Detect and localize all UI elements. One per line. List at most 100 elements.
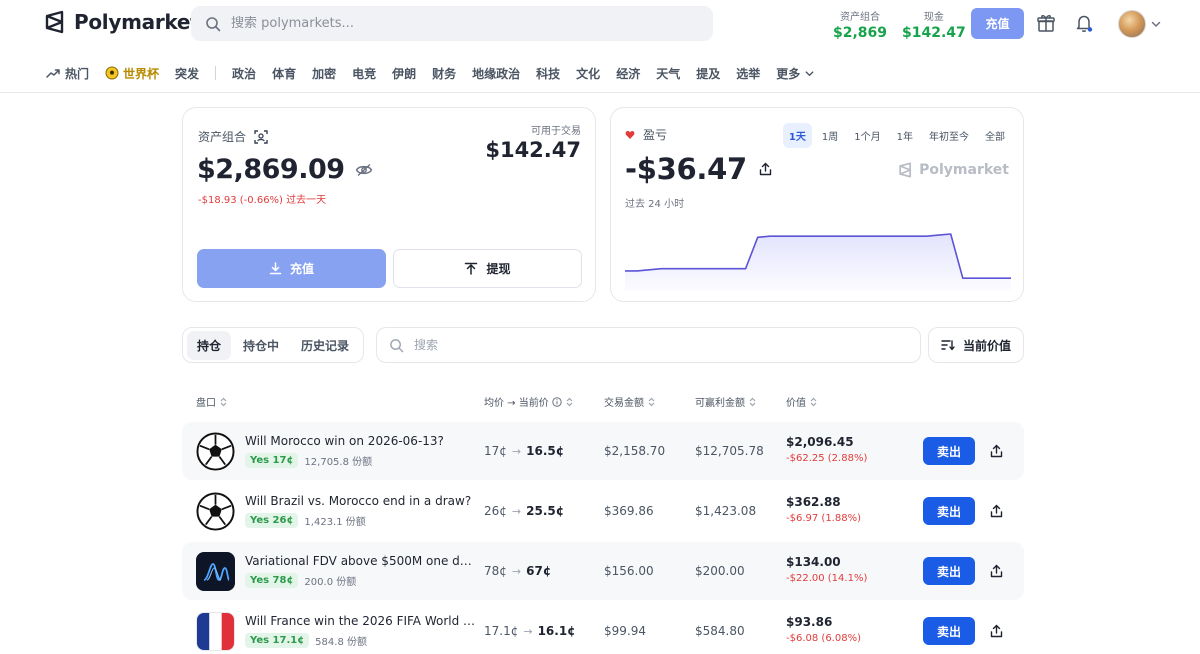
avg-price: 78¢ (484, 564, 507, 578)
position-change: -$6.08 (6.08%) (786, 633, 861, 644)
market-subline: Yes 17.1¢ 584.8 份额 (245, 633, 367, 648)
position-value: $2,096.45 (786, 435, 854, 449)
current-price: 25.5¢ (526, 504, 565, 518)
nav-item-world-cup[interactable]: 世界杯 (105, 65, 159, 82)
current-price: 16.5¢ (526, 444, 565, 458)
nav-item-tech[interactable]: 科技 (536, 65, 560, 82)
nav-item-label: 伊朗 (392, 66, 417, 81)
withdraw-button[interactable]: 提现 (393, 249, 582, 288)
info-icon (552, 396, 562, 407)
to-win-amount: $1,423.08 (695, 504, 757, 518)
position-value: $362.88 (786, 495, 841, 509)
sort-button[interactable]: 当前价值 (928, 327, 1024, 363)
col-header-traded[interactable]: 交易金额 (604, 394, 656, 409)
sell-button[interactable]: 卖出 (923, 617, 975, 645)
pnl-card: 盈亏 -$36.47 过去 24 小时 1天 1周 1个月 1年 年初至今 全部… (610, 107, 1024, 302)
range-1w[interactable]: 1周 (816, 123, 844, 148)
market-title[interactable]: Variational FDV above $500M one day afte… (245, 554, 477, 568)
nav-item-label: 更多 (776, 66, 801, 81)
market-subline: Yes 26¢ 1,423.1 份额 (245, 513, 366, 528)
sort-toggle-icon (566, 397, 573, 406)
nav-item-finance[interactable]: 财务 (432, 65, 456, 82)
col-header-market[interactable]: 盘口 (196, 394, 228, 409)
col-header-value[interactable]: 价值 (786, 394, 818, 409)
header-portfolio-value: $2,869 (833, 25, 888, 41)
header-cash-stat[interactable]: 现金 $142.47 (902, 8, 966, 41)
to-win-amount: $200.00 (695, 564, 745, 578)
price-cell: 78¢ → 67¢ (484, 564, 551, 578)
sell-button[interactable]: 卖出 (923, 437, 975, 465)
range-ytd[interactable]: 年初至今 (923, 123, 975, 148)
nav-item-breaking[interactable]: 突发 (175, 65, 199, 82)
table-row[interactable]: Will Morocco win on 2026-06-13? Yes 17¢ … (182, 422, 1024, 480)
table-row[interactable]: Variational FDV above $500M one day afte… (182, 542, 1024, 600)
withdraw-label: 提现 (486, 262, 511, 276)
nav-item-trending[interactable]: 热门 (46, 65, 89, 82)
range-all[interactable]: 全部 (979, 123, 1011, 148)
range-1y[interactable]: 1年 (891, 123, 919, 148)
nav-item-culture[interactable]: 文化 (576, 65, 600, 82)
share-icon[interactable] (987, 442, 1005, 460)
account-menu[interactable] (1118, 10, 1162, 38)
nav-item-mentions[interactable]: 提及 (696, 65, 720, 82)
nav-item-politics[interactable]: 政治 (232, 65, 256, 82)
share-icon[interactable] (987, 562, 1005, 580)
table-row[interactable]: Will Brazil vs. Morocco end in a draw? Y… (182, 482, 1024, 540)
col-header-to-win[interactable]: 可赢利金额 (695, 394, 757, 409)
traded-amount: $99.94 (604, 624, 646, 638)
current-price: 16.1¢ (537, 624, 576, 638)
nav-item-label: 电竞 (352, 66, 377, 81)
tab-open-orders[interactable]: 持仓中 (233, 331, 289, 360)
heart-icon (625, 130, 635, 139)
share-icon[interactable] (987, 502, 1005, 520)
brand-name: Polymarket (74, 10, 200, 34)
nav-item-sports[interactable]: 体育 (272, 65, 296, 82)
deposit-button[interactable]: 充值 (197, 249, 386, 288)
global-search-input[interactable] (231, 16, 671, 31)
eye-off-icon[interactable] (355, 163, 373, 177)
market-title[interactable]: Will Morocco win on 2026-06-13? (245, 434, 477, 448)
range-1m[interactable]: 1个月 (848, 123, 886, 148)
nav-item-more[interactable]: 更多 (776, 65, 815, 82)
nav-item-geopolitics[interactable]: 地缘政治 (472, 65, 520, 82)
nav-item-crypto[interactable]: 加密 (312, 65, 336, 82)
sell-button[interactable]: 卖出 (923, 557, 975, 585)
col-header-price[interactable]: 均价 → 当前价 (484, 394, 574, 409)
header-portfolio-stat[interactable]: 资产组合 $2,869 (833, 8, 887, 41)
positions-search-input[interactable] (414, 338, 894, 352)
price-cell: 26¢ → 25.5¢ (484, 504, 564, 518)
tab-positions[interactable]: 持仓 (187, 330, 232, 360)
sell-button[interactable]: 卖出 (923, 497, 975, 525)
soccer-ball-icon (196, 492, 235, 531)
share-icon[interactable] (759, 162, 772, 176)
nav-item-label: 地缘政治 (472, 66, 521, 81)
global-search[interactable] (191, 6, 713, 41)
gift-icon[interactable] (1035, 12, 1057, 34)
market-title[interactable]: Will Brazil vs. Morocco end in a draw? (245, 494, 477, 508)
tab-history[interactable]: 历史记录 (291, 331, 359, 360)
soccer-ball-icon (196, 432, 235, 471)
to-win-amount: $584.80 (695, 624, 745, 638)
market-title[interactable]: Will France win the 2026 FIFA World Cup? (245, 614, 477, 628)
nav-item-elections[interactable]: 选举 (736, 65, 760, 82)
header-deposit-button[interactable]: 充值 (971, 8, 1024, 39)
nav-item-weather[interactable]: 天气 (656, 65, 680, 82)
table-row[interactable]: Will France win the 2026 FIFA World Cup?… (182, 602, 1024, 654)
range-1d[interactable]: 1天 (782, 123, 812, 148)
notification-bell-icon[interactable] (1073, 12, 1095, 34)
share-icon[interactable] (987, 622, 1005, 640)
nav-item-label: 政治 (232, 66, 257, 81)
nav-item-iran[interactable]: 伊朗 (392, 65, 416, 82)
polymarket-logo[interactable]: Polymarket (44, 10, 200, 34)
position-change: -$22.00 (14.1%) (786, 573, 868, 584)
scan-icon[interactable] (254, 129, 268, 144)
sort-toggle-icon (810, 397, 817, 406)
pnl-value-row: -$36.47 (625, 152, 772, 186)
nav-item-economy[interactable]: 经济 (616, 65, 640, 82)
positions-search[interactable] (376, 327, 921, 363)
nav-item-esports[interactable]: 电竞 (352, 65, 376, 82)
pnl-label: 盈亏 (643, 128, 668, 142)
upload-icon (465, 262, 478, 275)
notification-dot (1087, 27, 1093, 32)
sort-toggle-icon (220, 397, 227, 406)
